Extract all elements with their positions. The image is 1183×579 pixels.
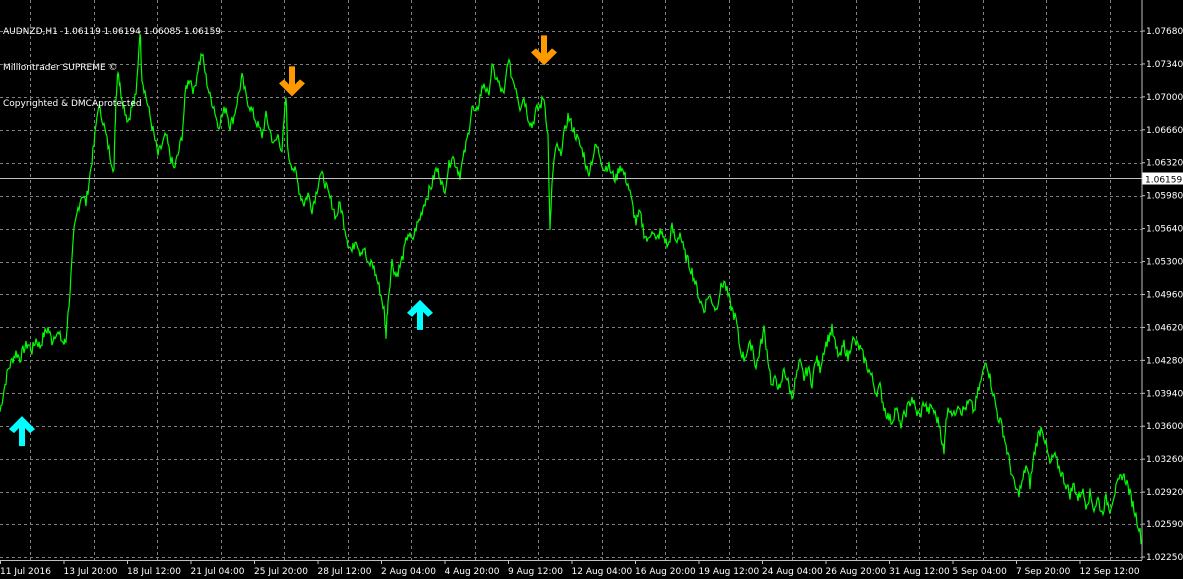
time-tick-label: 9 Aug 12:00: [508, 567, 563, 577]
price-tick-label: 1.06660: [1146, 126, 1183, 136]
time-tick-label: 16 Aug 20:00: [635, 567, 696, 577]
price-tick-label: 1.04280: [1146, 356, 1183, 366]
time-tick-label: 12 Sep 12:00: [1080, 567, 1140, 577]
time-tick-label: 18 Jul 12:00: [127, 567, 181, 577]
price-tick-label: 1.03260: [1146, 455, 1183, 465]
price-tick-label: 1.04620: [1146, 323, 1183, 333]
time-tick-label: 4 Aug 20:00: [445, 567, 500, 577]
time-tick-label: 21 Jul 04:00: [191, 567, 245, 577]
time-tick-label: 5 Sep 04:00: [953, 567, 1008, 577]
price-tick-label: 1.05980: [1146, 192, 1183, 202]
copyright-notice: Copyrighted & DMCAprotected: [3, 99, 142, 109]
time-tick-label: 7 Sep 20:00: [1016, 567, 1071, 577]
price-tick-label: 1.07000: [1146, 93, 1183, 103]
price-tick-label: 1.02250: [1146, 553, 1183, 563]
price-tick-label: 1.03940: [1146, 389, 1183, 399]
price-tick-label: 1.04960: [1146, 290, 1183, 300]
price-tick-label: 1.03600: [1146, 422, 1183, 432]
price-tick-label: 1.02920: [1146, 488, 1183, 498]
time-tick-label: 12 Aug 04:00: [572, 567, 633, 577]
time-tick-label: 26 Aug 20:00: [826, 567, 887, 577]
current-price-label: 1.06159: [1145, 176, 1182, 186]
time-tick-label: 13 Jul 20:00: [64, 567, 118, 577]
price-tick-label: 1.07680: [1146, 27, 1183, 37]
time-tick-label: 25 Jul 20:00: [254, 567, 308, 577]
time-tick-label: 31 Aug 12:00: [889, 567, 950, 577]
time-tick-label: 28 Jul 12:00: [318, 567, 372, 577]
indicator-name: Milliontrader SUPREME ©: [3, 63, 118, 73]
price-tick-label: 1.05300: [1146, 258, 1183, 268]
price-tick-label: 1.05640: [1146, 225, 1183, 235]
price-tick-label: 1.02590: [1146, 520, 1183, 530]
chart-header: AUDNZD,H1 1.06119 1.06194 1.06085 1.0615…: [3, 2, 221, 122]
price-tick-label: 1.06320: [1146, 159, 1183, 169]
time-tick-label: 11 Jul 2016: [0, 567, 51, 577]
time-tick-label: 24 Aug 04:00: [762, 567, 823, 577]
time-tick-label: 2 Aug 04:00: [381, 567, 436, 577]
price-tick-label: 1.07340: [1146, 60, 1183, 70]
time-tick-label: 19 Aug 12:00: [699, 567, 760, 577]
symbol-ohlc-line: AUDNZD,H1 1.06119 1.06194 1.06085 1.0615…: [3, 27, 222, 37]
